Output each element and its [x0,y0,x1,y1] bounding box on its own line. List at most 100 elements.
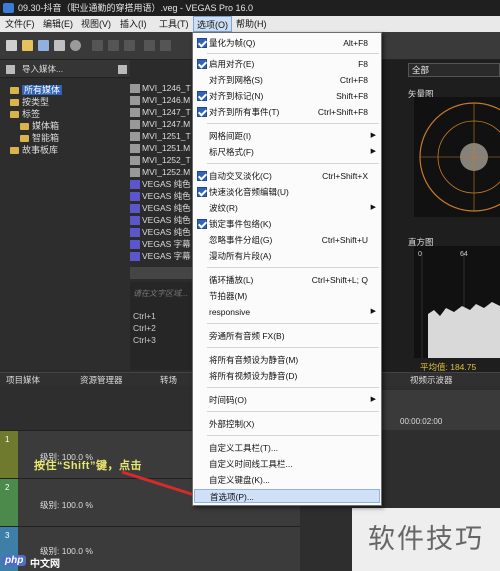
menu-item-ripple[interactable]: 波纹(R) ▶ [194,201,380,215]
menu-item-quick-fade-audio[interactable]: 快速淡化音频编辑(U) [194,185,380,199]
video-file-icon [130,84,140,94]
list-item[interactable]: VEGAS 纯色 [130,178,194,190]
list-item[interactable]: VEGAS 纯色 [130,226,194,238]
list-item[interactable]: VEGAS 纯色 [130,190,194,202]
project-media-toolbar: 导入媒体... [0,60,130,78]
menu-item-snap-to-grid[interactable]: 对齐到网格(S) Ctrl+F8 [194,73,380,87]
menu-insert[interactable]: 插入(I) [117,16,150,32]
menu-item-preferences[interactable]: 首选项(P)... [194,489,380,503]
list-item[interactable]: MVI_1251_T [130,130,194,142]
menu-tools[interactable]: 工具(T) [156,16,192,32]
redo-icon[interactable] [160,40,171,51]
menu-help[interactable]: 帮助(H) [233,16,270,32]
tab-video-scopes[interactable]: 视频示波器 [410,374,453,386]
tree-item-tags[interactable]: 标签 [10,108,40,120]
list-item[interactable]: MVI_1247_T [130,106,194,118]
submenu-arrow-icon: ▶ [370,396,376,403]
menu-item-ruler-format[interactable]: 标尺格式(F) ▶ [194,145,380,159]
horizontal-scrollbar[interactable] [130,267,194,279]
save-icon[interactable] [38,40,49,51]
import-media-button[interactable]: 导入媒体... [22,63,63,75]
menu-item-customize-toolbar[interactable]: 自定义工具栏(T)... [194,441,380,455]
list-item[interactable]: MVI_1246_T [130,82,194,94]
gear-icon[interactable] [70,40,81,51]
generated-media-icon [130,240,140,250]
menu-item-quantize-frames[interactable]: 量化为帧(Q) Alt+F8 [194,36,380,50]
list-item[interactable]: MVI_1246.M [130,94,194,106]
tree-item-storyboard[interactable]: 故事板库 [10,144,58,156]
menu-item-snap-to-markers[interactable]: 对齐到标记(N) Shift+F8 [194,89,380,103]
histogram-tick: 64 [460,251,468,258]
menu-item-ignore-grouping[interactable]: 忽略事件分组(G) Ctrl+Shift+U [194,233,380,247]
site-badge: php [2,555,27,566]
menu-item-mute-all-video[interactable]: 将所有视频设为静音(D) [194,369,380,383]
menu-item-auto-crossfade[interactable]: 自动交叉淡化(C) Ctrl+Shift+X [194,169,380,183]
list-item[interactable]: MVI_1252_T [130,154,194,166]
menu-item-mute-all-audio[interactable]: 将所有音频设为静音(M) [194,353,380,367]
checkmark-icon [197,187,207,197]
title-bar: 09.30-抖音（职业通勤的穿搭用语）.veg - VEGAS Pro 16.0 [0,0,500,16]
list-item[interactable]: VEGAS 字幕 [130,238,194,250]
tab-transitions[interactable]: 转场 [160,373,177,387]
list-item[interactable]: VEGAS 纯色 [130,214,194,226]
histogram-average: 平均值: 184.75 [420,362,477,372]
view-icon[interactable] [6,65,15,74]
generated-media-icon [130,252,140,262]
open-folder-icon[interactable] [22,40,33,51]
scope-mode-select[interactable]: 全部 [408,63,500,77]
submenu-arrow-icon: ▶ [370,308,376,315]
list-item[interactable]: VEGAS 字幕 [130,250,194,262]
window-title: 09.30-抖音（职业通勤的穿搭用语）.veg - VEGAS Pro 16.0 [18,3,254,13]
menu-item-scrub-all[interactable]: 漫动所有片段(A) [194,249,380,263]
list-item[interactable]: MVI_1247.M [130,118,194,130]
tab-explorer[interactable]: 资源管理器 [80,373,123,387]
tree-item-all-media[interactable]: 所有媒体 [10,84,63,96]
submenu-arrow-icon: ▶ [370,148,376,155]
command-hint: 请在文字区域... [133,289,188,298]
paste-icon[interactable] [124,40,135,51]
cut-icon[interactable] [92,40,103,51]
menu-item-customize-keyboard[interactable]: 自定义键盘(K)... [194,473,380,487]
new-file-icon[interactable] [6,40,17,51]
checkmark-icon [197,171,207,181]
command-row: Ctrl+1 [133,311,156,321]
menu-edit[interactable]: 编辑(E) [40,16,76,32]
menu-item-metronome[interactable]: 节拍器(M) [194,289,380,303]
video-file-icon [130,132,140,142]
undo-icon[interactable] [144,40,155,51]
menu-item-bypass-audio-fx[interactable]: 旁通所有音频 FX(B) [194,329,380,343]
histogram-graph [414,246,500,358]
generated-media-icon [130,204,140,214]
menu-item-external-control[interactable]: 外部控制(X) [194,417,380,431]
menu-view[interactable]: 视图(V) [78,16,114,32]
watermark: 软件技巧 [352,508,500,571]
menu-separator [207,323,379,324]
menu-item-enable-snapping[interactable]: 启用对齐(E) F8 [194,57,380,71]
menu-item-snap-to-all-events[interactable]: 对齐到所有事件(T) Ctrl+Shift+F8 [194,105,380,119]
list-item[interactable]: MVI_1251.M [130,142,194,154]
menu-item-loop-playback[interactable]: 循环播放(L) Ctrl+Shift+L; Q [194,273,380,287]
render-icon[interactable] [54,40,65,51]
tree-item-media-bins[interactable]: 媒体箱 [20,120,59,132]
media-tools-icon[interactable] [118,65,127,74]
tree-item-smart-bins[interactable]: 智能箱 [20,132,59,144]
menu-item-timecode[interactable]: 时间码(O) ▶ [194,393,380,407]
tree-item-by-type[interactable]: 按类型 [10,96,49,108]
menu-item-responsive[interactable]: responsive ▶ [194,305,380,319]
submenu-arrow-icon: ▶ [370,204,376,211]
menu-file[interactable]: 文件(F) [2,16,38,32]
video-file-icon [130,156,140,166]
copy-icon[interactable] [108,40,119,51]
list-item[interactable]: MVI_1252.M [130,166,194,178]
menu-options[interactable]: 选项(O) [193,16,232,32]
menu-item-customize-timeline-toolbar[interactable]: 自定义时间线工具栏... [194,457,380,471]
menu-separator [207,387,379,388]
folder-icon [10,99,19,107]
tab-project-media[interactable]: 项目媒体 [6,373,40,387]
list-item[interactable]: VEGAS 纯色 [130,202,194,214]
generated-media-icon [130,216,140,226]
checkmark-icon [197,38,207,48]
menu-item-lock-envelopes[interactable]: 锁定事件包络(K) [194,217,380,231]
menu-item-grid-spacing[interactable]: 网格间距(I) ▶ [194,129,380,143]
options-menu: 量化为帧(Q) Alt+F8 启用对齐(E) F8 对齐到网格(S) Ctrl+F8 … [192,32,382,506]
